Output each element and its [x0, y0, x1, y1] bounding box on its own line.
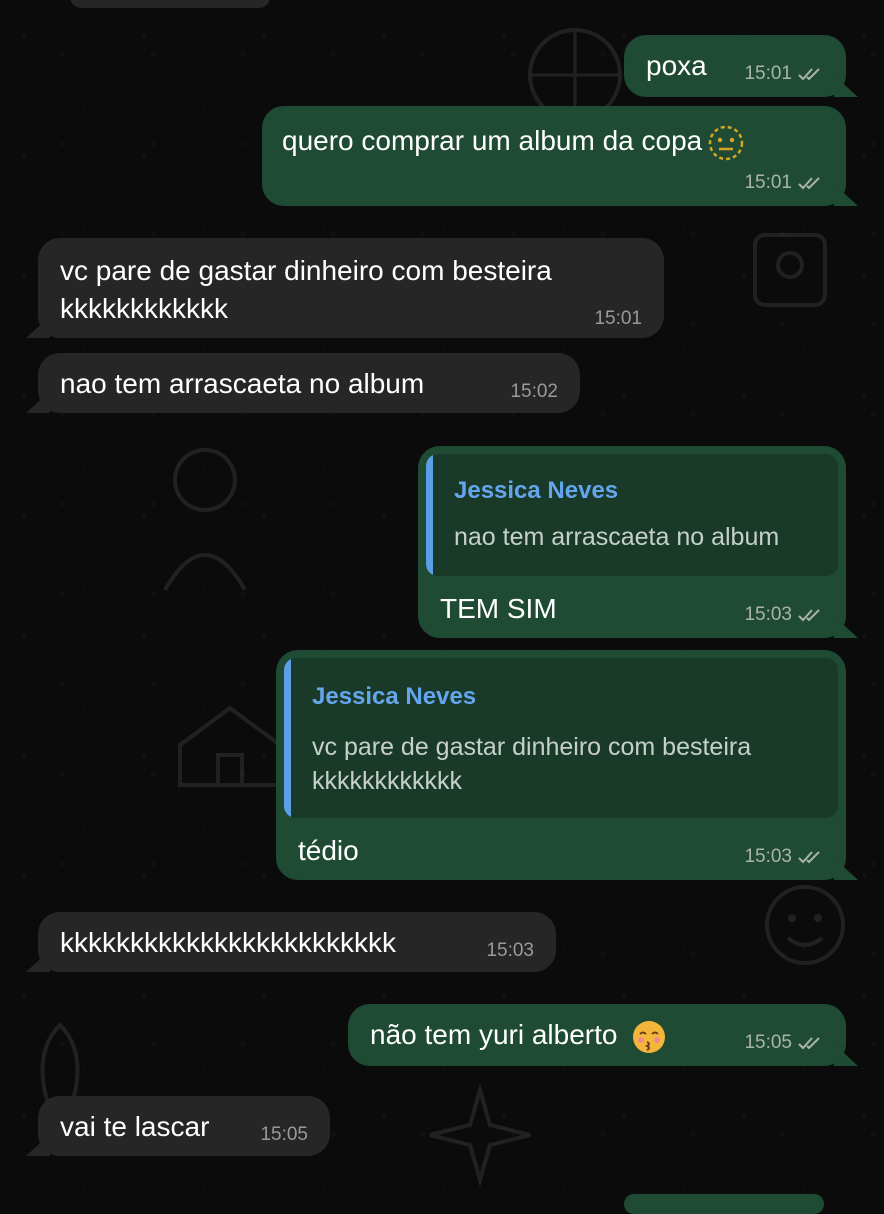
- neutral-face-icon: [708, 125, 744, 160]
- wallpaper-doodle-icon: [765, 885, 845, 965]
- kissing-face-icon: [633, 1020, 666, 1053]
- message-meta: 15:03: [744, 846, 824, 868]
- message-text: kkkkkkkkkkkkkkkkkkkkkkkk: [60, 927, 396, 958]
- message-meta: 15:05: [260, 1124, 308, 1146]
- quote-text: vc pare de gastar dinheiro com besteira …: [312, 733, 752, 795]
- wallpaper-doodle-icon: [178, 705, 282, 787]
- quote-bar: [426, 454, 433, 576]
- double-check-icon: [798, 609, 820, 622]
- message-text: TEM SIM: [440, 593, 557, 624]
- message-text-content: quero comprar um album da copa: [282, 125, 703, 156]
- message-text-content: não tem yuri alberto: [370, 1019, 618, 1050]
- message-text: nao tem arrascaeta no album: [60, 368, 425, 399]
- wallpaper-doodle-icon: [753, 233, 827, 307]
- message-time: 15:03: [744, 604, 792, 625]
- message-meta: 15:01: [744, 172, 824, 194]
- message-text: vc pare de gastar dinheiro com besteira …: [60, 255, 552, 324]
- message-time: 15:01: [744, 63, 792, 84]
- double-check-icon: [798, 851, 820, 864]
- message-time: 15:03: [744, 846, 792, 867]
- message-meta: 15:02: [510, 381, 558, 403]
- quoted-message[interactable]: Jessica Neves vc pare de gastar dinheiro…: [284, 658, 838, 818]
- message-text: tédio: [298, 835, 359, 866]
- incoming-message[interactable]: nao tem arrascaeta no album 15:02: [38, 353, 580, 413]
- message-meta: 15:01: [594, 308, 642, 330]
- message-time: 15:03: [486, 940, 534, 961]
- message-text: não tem yuri alberto: [370, 1016, 667, 1055]
- message-text: quero comprar um album da copa: [282, 122, 744, 161]
- quoted-message[interactable]: Jessica Neves nao tem arrascaeta no albu…: [426, 454, 838, 576]
- double-check-icon: [798, 177, 820, 190]
- message-text: poxa: [646, 50, 707, 81]
- quote-author: Jessica Neves: [312, 683, 477, 710]
- outgoing-message[interactable]: poxa 15:01: [624, 35, 846, 97]
- wallpaper-doodle-icon: [429, 1082, 531, 1188]
- incoming-message[interactable]: vc pare de gastar dinheiro com besteira …: [38, 238, 664, 338]
- quote-bar: [284, 658, 291, 818]
- incoming-message[interactable]: kkkkkkkkkkkkkkkkkkkkkkkk 15:03: [38, 912, 556, 972]
- message-time: 15:05: [260, 1124, 308, 1145]
- double-check-icon: [798, 1037, 820, 1050]
- message-time: 15:01: [594, 308, 642, 329]
- message-meta: 15:03: [744, 604, 824, 626]
- quote-text: nao tem arrascaeta no album: [454, 523, 780, 551]
- outgoing-message[interactable]: Jessica Neves nao tem arrascaeta no albu…: [418, 446, 846, 638]
- next-message-edge: [624, 1194, 824, 1214]
- outgoing-message[interactable]: quero comprar um album da copa 15:01: [262, 106, 846, 206]
- outgoing-message[interactable]: Jessica Neves vc pare de gastar dinheiro…: [276, 650, 846, 880]
- message-meta: 15:05: [744, 1032, 824, 1054]
- double-check-icon: [798, 68, 820, 81]
- previous-message-edge: [70, 0, 270, 8]
- quote-author: Jessica Neves: [454, 477, 619, 504]
- message-meta: 15:03: [486, 940, 534, 962]
- message-time: 15:01: [744, 172, 792, 193]
- outgoing-message[interactable]: não tem yuri alberto 15:05: [348, 1004, 846, 1066]
- message-time: 15:02: [510, 381, 558, 402]
- incoming-message[interactable]: vai te lascar 15:05: [38, 1096, 330, 1156]
- wallpaper-doodle-icon: [163, 448, 247, 591]
- message-meta: 15:01: [744, 63, 824, 85]
- message-text: vai te lascar: [60, 1111, 210, 1142]
- message-time: 15:05: [744, 1032, 792, 1053]
